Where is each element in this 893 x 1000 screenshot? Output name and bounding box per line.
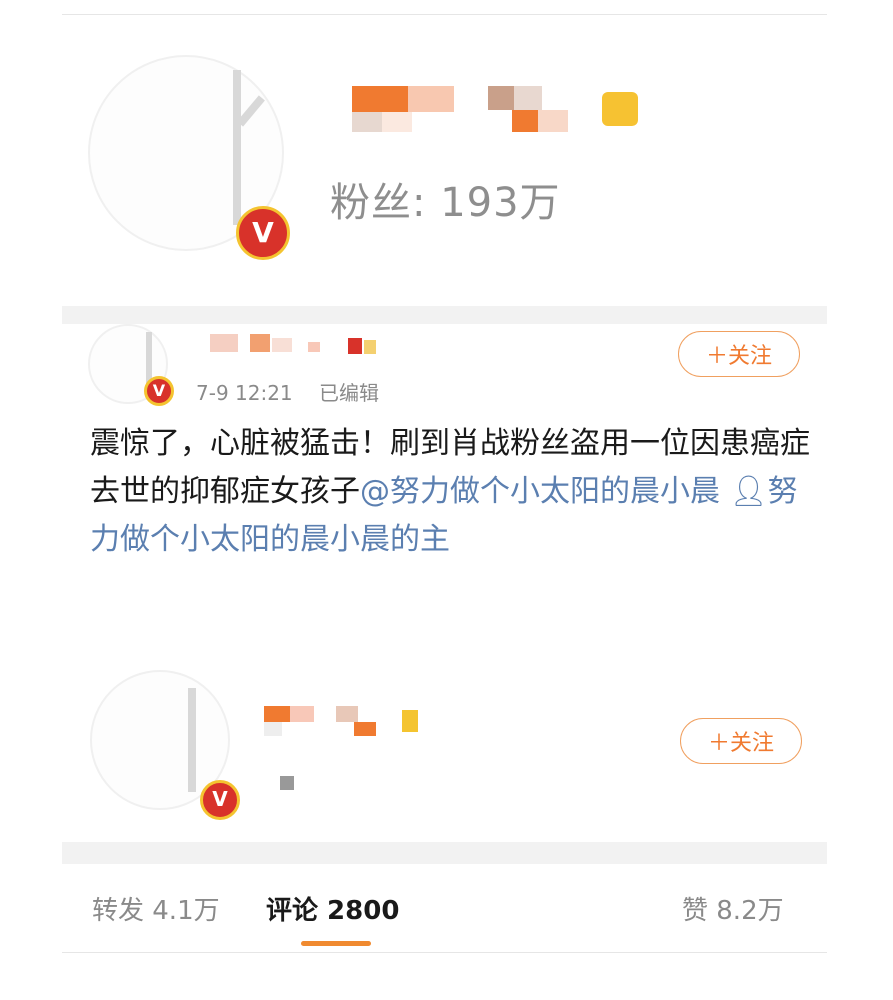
follow-button[interactable]: ＋关注 — [678, 331, 800, 377]
avatar-glyph-arm — [236, 95, 265, 127]
post-text: 震惊了，心脏被猛击！刷到肖战粉丝盗用一位因患癌症去世的抑郁症女孩子@努力做个小太… — [90, 420, 810, 564]
post-meta: 7-9 12:21 已编辑 — [196, 377, 399, 406]
section-separator — [62, 842, 827, 864]
person-icon: 👤︎ — [729, 474, 768, 509]
card-follow-button[interactable]: ＋关注 — [680, 718, 802, 764]
fans-value: 193万 — [440, 180, 561, 226]
bottom-divider — [62, 952, 827, 953]
verified-badge-icon: V — [200, 780, 240, 820]
tab-comments[interactable]: 评论 2800 — [266, 890, 399, 927]
avatar-glyph — [188, 688, 196, 792]
top-divider — [62, 14, 827, 15]
mention-link[interactable]: @努力做个小太阳的晨小晨 — [360, 474, 720, 509]
verified-badge-icon: V — [144, 376, 174, 406]
post-edited-label: 已编辑 — [319, 381, 380, 405]
section-separator — [62, 306, 827, 324]
avatar-glyph — [233, 70, 241, 225]
active-tab-indicator — [301, 941, 371, 946]
fans-count: 粉丝: 193万 — [330, 170, 561, 228]
fans-label: 粉丝 — [330, 180, 412, 226]
card-author-name-pixelated — [264, 706, 434, 796]
verified-badge-icon: V — [236, 206, 290, 260]
tab-likes[interactable]: 赞 8.2万 — [682, 890, 784, 927]
post-author-name-pixelated — [200, 330, 400, 360]
profile-name-pixelated — [352, 86, 652, 134]
tab-reposts[interactable]: 转发 4.1万 — [92, 890, 220, 927]
fans-colon: : — [412, 180, 441, 226]
post-date: 7-9 12:21 — [196, 381, 293, 405]
